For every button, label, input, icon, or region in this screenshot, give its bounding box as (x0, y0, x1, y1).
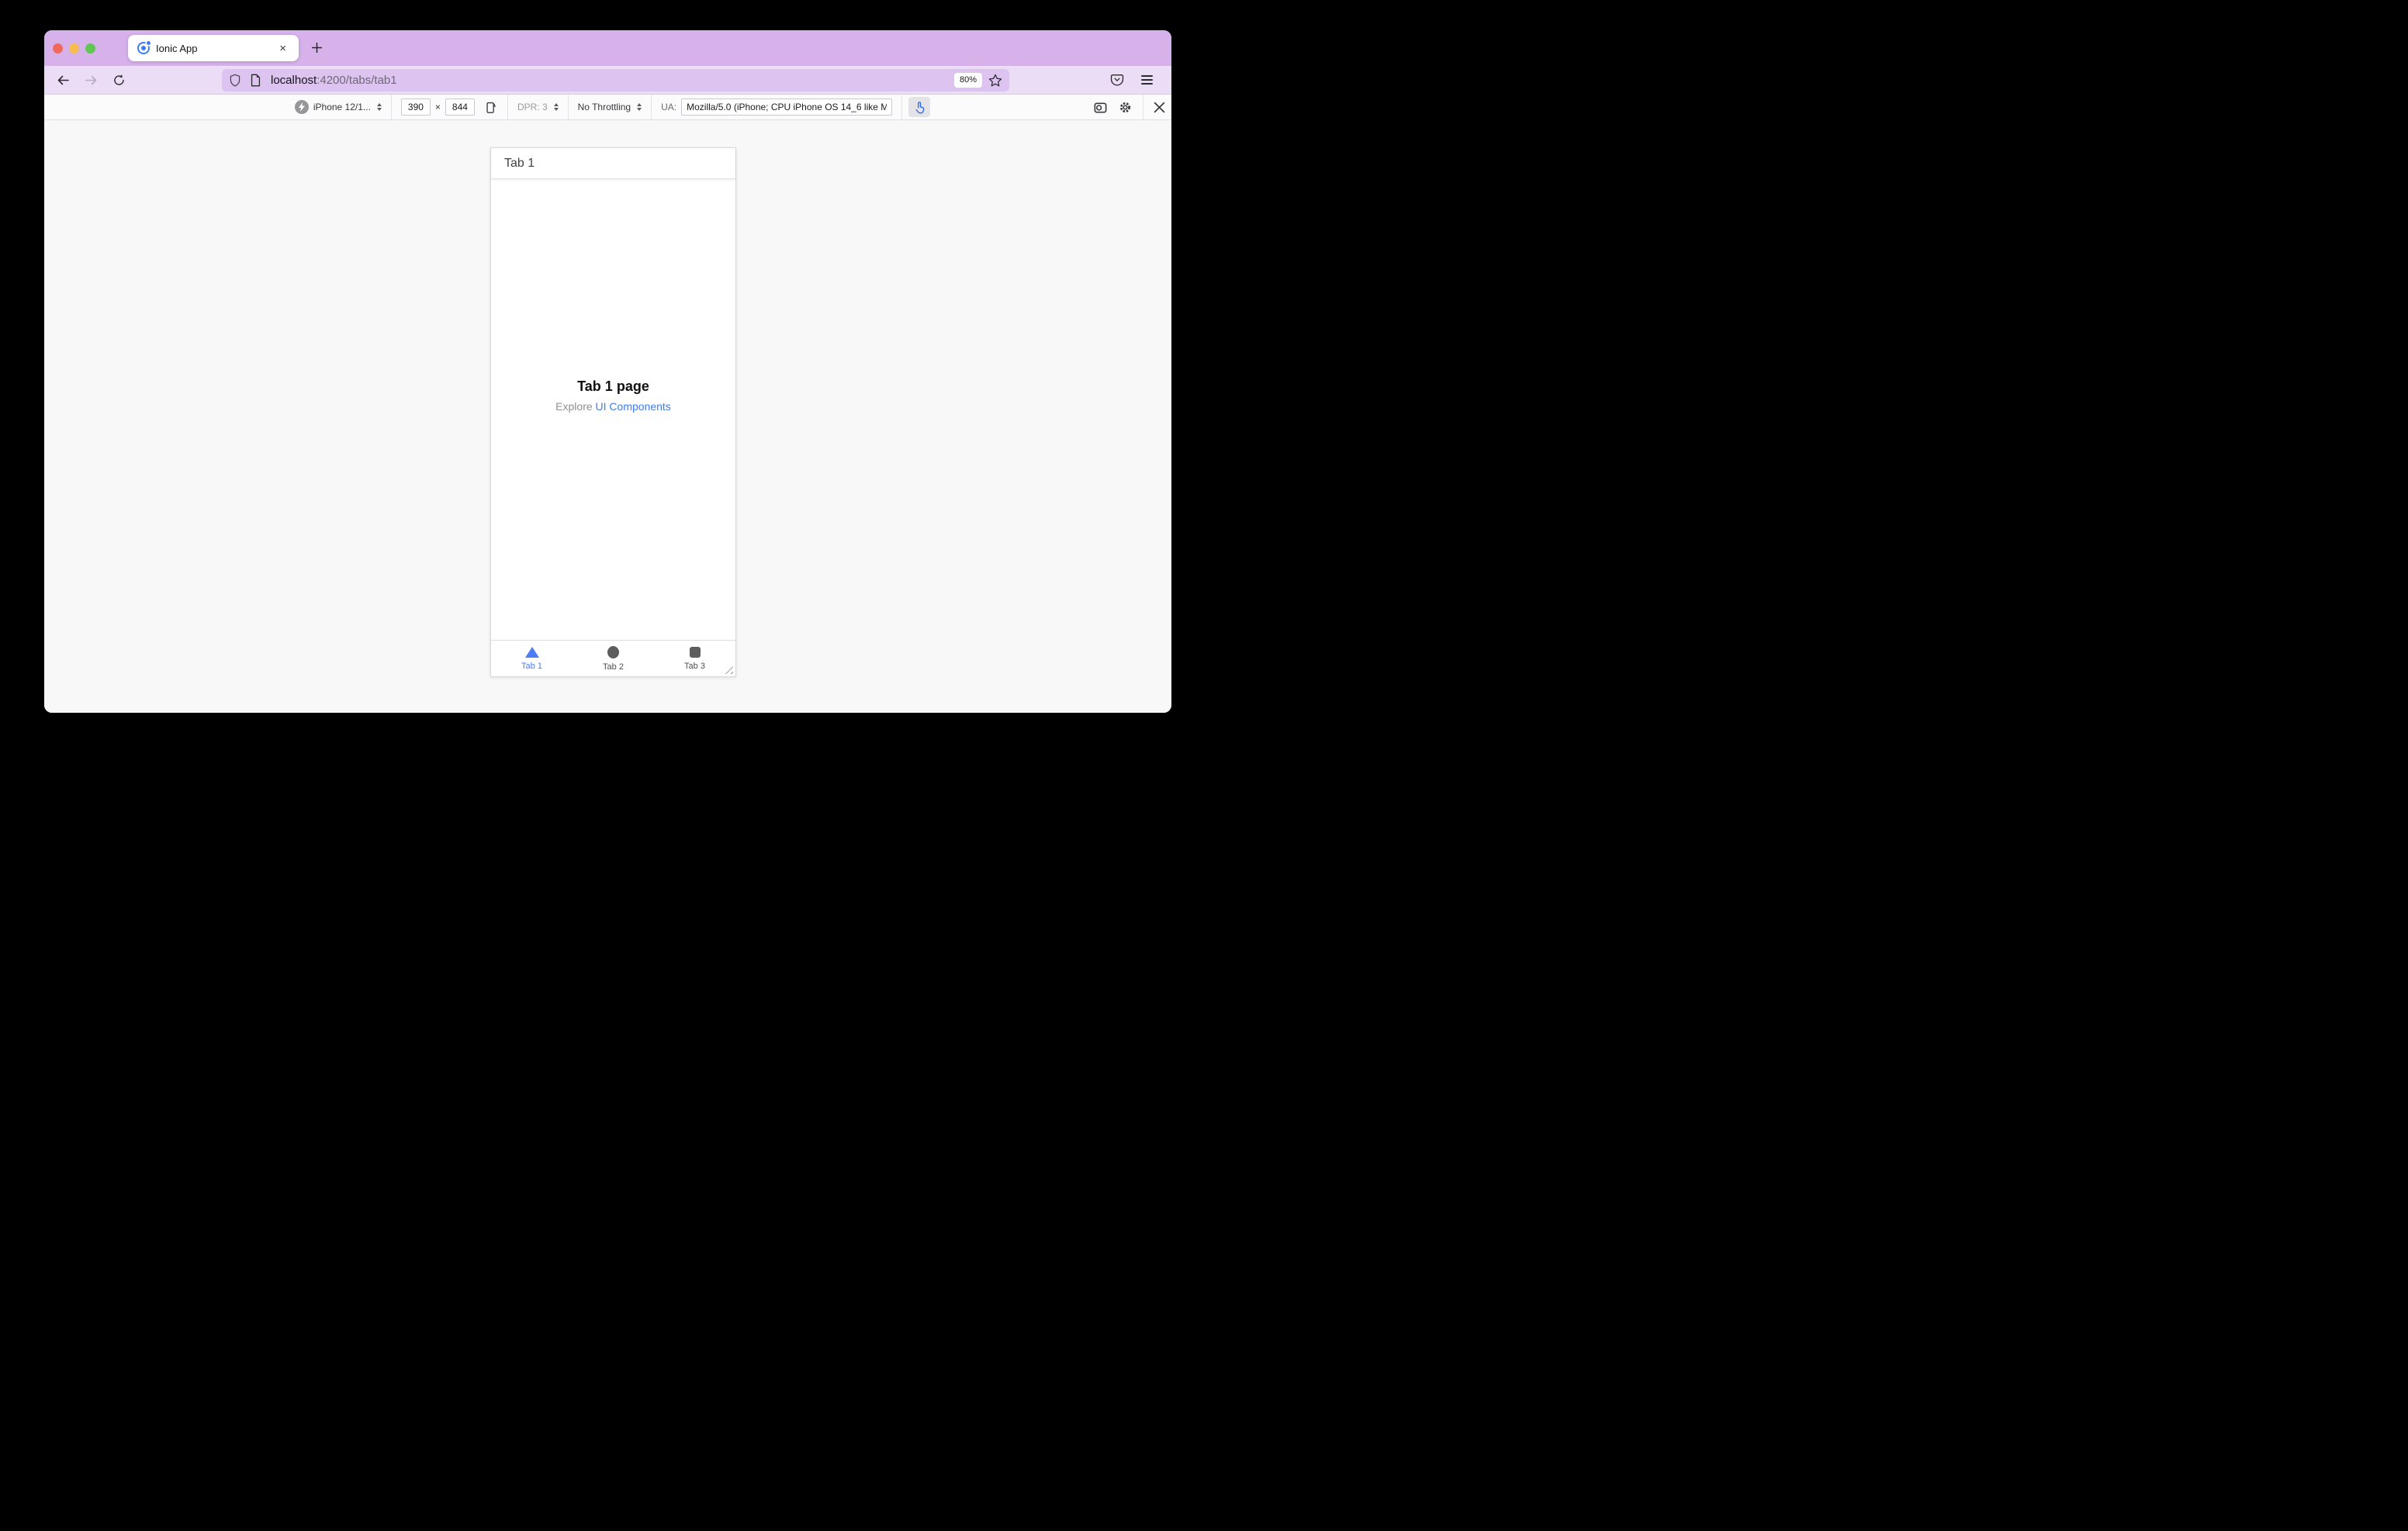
new-tab-button[interactable] (306, 36, 327, 59)
bookmark-star-icon[interactable] (988, 74, 1002, 88)
throttling-label: No Throttling (577, 102, 631, 112)
reload-button[interactable] (107, 69, 130, 91)
tab-button-tab2[interactable]: Tab 2 (573, 641, 654, 676)
shield-icon[interactable] (229, 74, 241, 87)
throttling-selector[interactable]: No Throttling (569, 95, 651, 119)
url-text: localhost:4200/tabs/tab1 (271, 74, 397, 87)
app-body: Tab 1 page Explore UI Components (491, 179, 735, 640)
traffic-lights (53, 43, 95, 54)
app-header-title: Tab 1 (504, 156, 535, 170)
ua-label: UA: (661, 102, 677, 112)
square-icon (689, 646, 701, 658)
device-selector[interactable]: iPhone 12/1... (285, 95, 391, 119)
dims-separator: × (434, 102, 441, 112)
page-info-icon[interactable] (250, 74, 261, 87)
triangle-icon (524, 646, 539, 658)
profiler-bolt-icon (294, 100, 309, 114)
reload-icon (113, 74, 124, 85)
ellipse-icon (607, 645, 619, 658)
back-button[interactable] (51, 69, 74, 91)
tab-close-icon[interactable]: × (276, 41, 289, 56)
chevron-up-down-icon (637, 102, 642, 112)
responsive-design-toolbar: iPhone 12/1... × DPR: 3 (44, 95, 1171, 120)
navigation-toolbar: localhost:4200/tabs/tab1 80% (44, 66, 1171, 95)
tab-button-tab3[interactable]: Tab 3 (654, 641, 735, 676)
tab-title: Ionic App (156, 42, 198, 54)
viewport-height-input[interactable] (445, 98, 475, 116)
touch-hand-icon (915, 101, 925, 113)
url-bar[interactable]: localhost:4200/tabs/tab1 80% (222, 69, 1009, 92)
forward-button[interactable] (79, 69, 102, 91)
page-title: Tab 1 page (577, 378, 649, 394)
ui-components-link[interactable]: UI Components (596, 400, 671, 413)
minimize-window-button[interactable] (69, 43, 79, 54)
pocket-icon[interactable] (1110, 73, 1124, 87)
screenshot-camera-icon[interactable] (1093, 100, 1108, 115)
chevron-up-down-icon (553, 102, 559, 112)
touch-simulation-button[interactable] (908, 97, 931, 117)
plus-icon (311, 42, 322, 53)
device-name: iPhone 12/1... (313, 102, 371, 112)
content-area: Tab 1 Tab 1 page Explore UI Components T… (44, 120, 1171, 713)
tab-button-tab1[interactable]: Tab 1 (491, 641, 573, 676)
app-tab-bar: Tab 1 Tab 2 Tab 3 (491, 640, 735, 676)
dpr-label: DPR: 3 (517, 102, 548, 112)
chevron-up-down-icon (376, 102, 382, 112)
ionic-favicon-icon (137, 41, 150, 54)
app-header: Tab 1 (491, 148, 735, 179)
forward-arrow-icon (85, 75, 96, 85)
back-arrow-icon (57, 75, 69, 85)
close-window-button[interactable] (53, 43, 63, 54)
viewport-width-input[interactable] (400, 98, 431, 116)
dpr-selector[interactable]: DPR: 3 (508, 95, 568, 119)
user-agent-input[interactable] (681, 98, 893, 116)
device-viewport: Tab 1 Tab 1 page Explore UI Components T… (490, 147, 736, 677)
rotate-viewport-icon[interactable] (484, 100, 498, 114)
close-rdm-icon[interactable] (1154, 102, 1165, 113)
user-agent-control: UA: (652, 95, 901, 119)
page-subtitle: Explore UI Components (555, 400, 671, 413)
titlebar: Ionic App × (44, 30, 1171, 66)
maximize-window-button[interactable] (85, 43, 95, 54)
viewport-size-controls: × (392, 95, 507, 119)
menu-hamburger-icon[interactable] (1141, 74, 1153, 85)
browser-window: Ionic App × localhost:4200/tabs/tab1 80%… (44, 30, 1171, 713)
settings-gear-icon[interactable] (1118, 100, 1133, 115)
zoom-level-badge[interactable]: 80% (953, 73, 982, 88)
browser-tab[interactable]: Ionic App × (128, 35, 299, 61)
